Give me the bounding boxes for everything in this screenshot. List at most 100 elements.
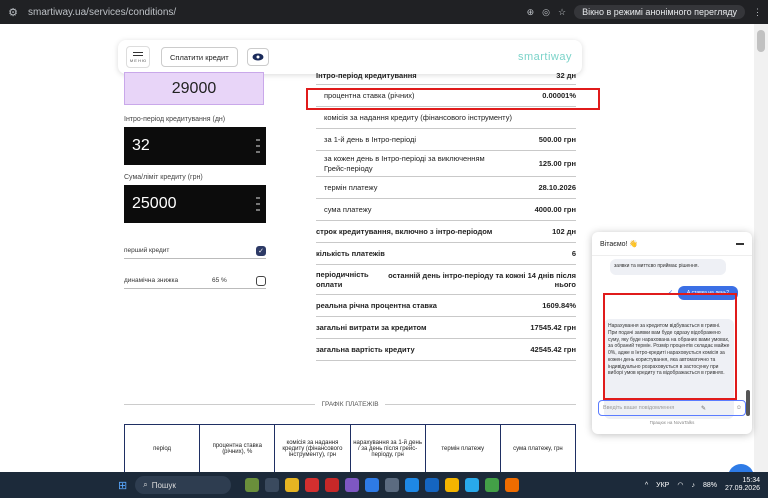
detail-value: 4000.00 грн bbox=[534, 205, 576, 214]
browser-toolbar: ⚙ smartiway.ua/services/conditions/ ⊕ ◎ … bbox=[0, 0, 768, 24]
eye-icon bbox=[252, 53, 264, 61]
highlight-box bbox=[603, 293, 737, 400]
limit-label: Сума/ліміт кредиту (грн) bbox=[124, 174, 203, 181]
page-scrollbar[interactable] bbox=[754, 24, 768, 472]
detail-key: строк кредитування, включно з інтро-пері… bbox=[316, 226, 493, 236]
detail-value: 32 дн bbox=[556, 71, 576, 80]
divider bbox=[124, 403, 316, 405]
detail-row: термін платежу 28.10.2026 bbox=[316, 177, 576, 199]
th-due-date: термін платежу bbox=[426, 425, 501, 472]
detail-key: періодичність оплати bbox=[316, 270, 369, 289]
amount-display: 29000 bbox=[124, 72, 264, 105]
chat-close-button[interactable]: ✕ bbox=[728, 464, 754, 472]
volume-icon[interactable]: ♪ bbox=[691, 482, 695, 489]
chat-footer: Працює на NovaTalks bbox=[649, 420, 695, 425]
divider bbox=[384, 403, 577, 405]
chat-input[interactable]: Введіть ваше повідомлення ✎ ☺ bbox=[598, 400, 746, 416]
dynamic-discount-value: 65 % bbox=[212, 277, 227, 284]
widget-icon[interactable] bbox=[245, 478, 260, 492]
hamburger-line bbox=[133, 55, 143, 56]
eye-off-icon[interactable]: ◎ bbox=[542, 7, 550, 18]
telegram-icon[interactable] bbox=[465, 478, 480, 492]
th-commission: комісія за надання кредиту (фінансового … bbox=[275, 425, 351, 472]
dynamic-discount-checkbox[interactable] bbox=[256, 275, 266, 286]
task-view-icon[interactable] bbox=[265, 478, 280, 492]
star-icon[interactable]: ☆ bbox=[558, 7, 566, 18]
clock-date: 27.09.2026 bbox=[724, 485, 760, 492]
detail-value: 102 дн bbox=[552, 227, 576, 236]
minimize-icon[interactable] bbox=[736, 242, 744, 245]
clock[interactable]: 15:34 27.09.2026 bbox=[725, 477, 760, 494]
first-credit-checkbox[interactable]: ✓ bbox=[256, 245, 266, 256]
app-orange-icon[interactable] bbox=[505, 478, 520, 492]
taskbar-search[interactable]: ⌕ Пошук bbox=[135, 476, 232, 494]
visibility-button[interactable] bbox=[246, 48, 269, 66]
first-credit-row: перший кредит ✓ bbox=[124, 243, 266, 259]
th-amount: сума платежу, грн bbox=[513, 446, 563, 452]
period-input[interactable]: 32 bbox=[124, 127, 266, 165]
detail-key: комісія за надання кредиту (фінансового … bbox=[324, 112, 512, 122]
app-badge-icon[interactable] bbox=[405, 478, 420, 492]
stepper-icon[interactable] bbox=[256, 139, 260, 153]
attach-icon[interactable]: ✎ bbox=[701, 405, 706, 412]
menu-text: М Е Н Ю bbox=[129, 58, 147, 63]
chat-input-placeholder: Введіть ваше повідомлення bbox=[603, 405, 675, 411]
detail-key: за 1-й день в Інтро-періоді bbox=[324, 134, 417, 144]
chat-scrollbar[interactable] bbox=[746, 390, 750, 416]
limit-input[interactable]: 25000 bbox=[124, 185, 266, 223]
detail-value: останній день інтро-періоду та кожні 14 … bbox=[388, 270, 576, 289]
detail-row: строк кредитування, включно з інтро-пері… bbox=[316, 221, 576, 243]
site-logo[interactable]: smartiway bbox=[518, 51, 572, 63]
opera-icon[interactable] bbox=[305, 478, 320, 492]
hamburger-icon bbox=[133, 52, 143, 53]
schedule-title-row: ГРАФІК ПЛАТЕЖІВ bbox=[124, 399, 577, 409]
stepper-icon[interactable] bbox=[256, 197, 260, 211]
detail-value: 42545.42 грн bbox=[530, 345, 576, 354]
pay-credit-button[interactable]: Сплатити кредит bbox=[161, 47, 238, 67]
chat-message-bot-prev: заявки та миттєво приймає рішення. bbox=[610, 259, 726, 275]
schedule-table-header: період процентна ставка (річних), % комі… bbox=[124, 424, 576, 472]
windows-start-icon[interactable]: ⊞ bbox=[118, 479, 127, 492]
emoji-icon[interactable]: ☺ bbox=[736, 405, 742, 411]
detail-value: 500.00 грн bbox=[538, 135, 576, 144]
detail-row: загальна вартість кредиту 42545.42 грн bbox=[316, 339, 576, 361]
zoom-icon[interactable]: ⊕ bbox=[527, 7, 535, 18]
system-tray: ^ УКР ◠ ♪ 88% 15:34 27.09.2026 bbox=[645, 477, 768, 494]
wifi-icon[interactable]: ◠ bbox=[677, 481, 683, 489]
app-green-icon[interactable] bbox=[485, 478, 500, 492]
detail-key: загальна вартість кредиту bbox=[316, 344, 415, 354]
chat-title: Вітаємо! 👋 bbox=[600, 240, 639, 248]
detail-value: 17545.42 грн bbox=[530, 323, 576, 332]
tray-language[interactable]: УКР bbox=[656, 482, 669, 489]
detail-key: сума платежу bbox=[324, 204, 372, 214]
highlight-box bbox=[306, 88, 600, 110]
file-explorer-icon[interactable] bbox=[285, 478, 300, 492]
detail-row: періодичність оплати останній день інтро-… bbox=[316, 265, 576, 295]
browser-actions: ⊕ ◎ ☆ Вікно в режимі анонімного перегляд… bbox=[527, 5, 768, 19]
detail-row: Інтро-період кредитування 32 дн bbox=[316, 67, 576, 85]
page-content: М Е Н Ю Сплатити кредит smartiway 29000 … bbox=[0, 24, 768, 472]
detail-row: реальна річна процентна ставка 1609.84% bbox=[316, 295, 576, 317]
address-bar[interactable]: smartiway.ua/services/conditions/ bbox=[28, 7, 176, 18]
scroll-thumb[interactable] bbox=[757, 30, 765, 52]
incognito-badge[interactable]: Вікно в режимі анонімного перегляду bbox=[574, 5, 745, 19]
th-rate: процентна ставка (річних), % bbox=[200, 425, 276, 472]
app-l-icon[interactable] bbox=[325, 478, 340, 492]
limit-value: 25000 bbox=[132, 195, 177, 212]
settings-icon[interactable] bbox=[385, 478, 400, 492]
period-value: 32 bbox=[132, 137, 150, 154]
site-info-icon[interactable]: ⚙ bbox=[4, 3, 22, 21]
tray-battery[interactable]: 88% bbox=[703, 482, 717, 489]
chevron-up-icon[interactable]: ^ bbox=[645, 482, 648, 489]
chrome-icon[interactable] bbox=[445, 478, 460, 492]
first-credit-label: перший кредит bbox=[124, 247, 170, 254]
app-icon[interactable] bbox=[345, 478, 360, 492]
menu-button[interactable]: М Е Н Ю bbox=[126, 46, 150, 68]
more-icon[interactable]: ⋮ bbox=[753, 7, 762, 18]
search-icon: ⌕ bbox=[143, 480, 148, 489]
detail-row: кількість платежів 6 bbox=[316, 243, 576, 265]
dropbox-icon[interactable] bbox=[425, 478, 440, 492]
credit-details: Інтро-період кредитування 32 дн процентна … bbox=[316, 67, 576, 361]
detail-key: за кожен день в Інтро-періоді за виключе… bbox=[324, 154, 485, 173]
edge-icon[interactable] bbox=[365, 478, 380, 492]
